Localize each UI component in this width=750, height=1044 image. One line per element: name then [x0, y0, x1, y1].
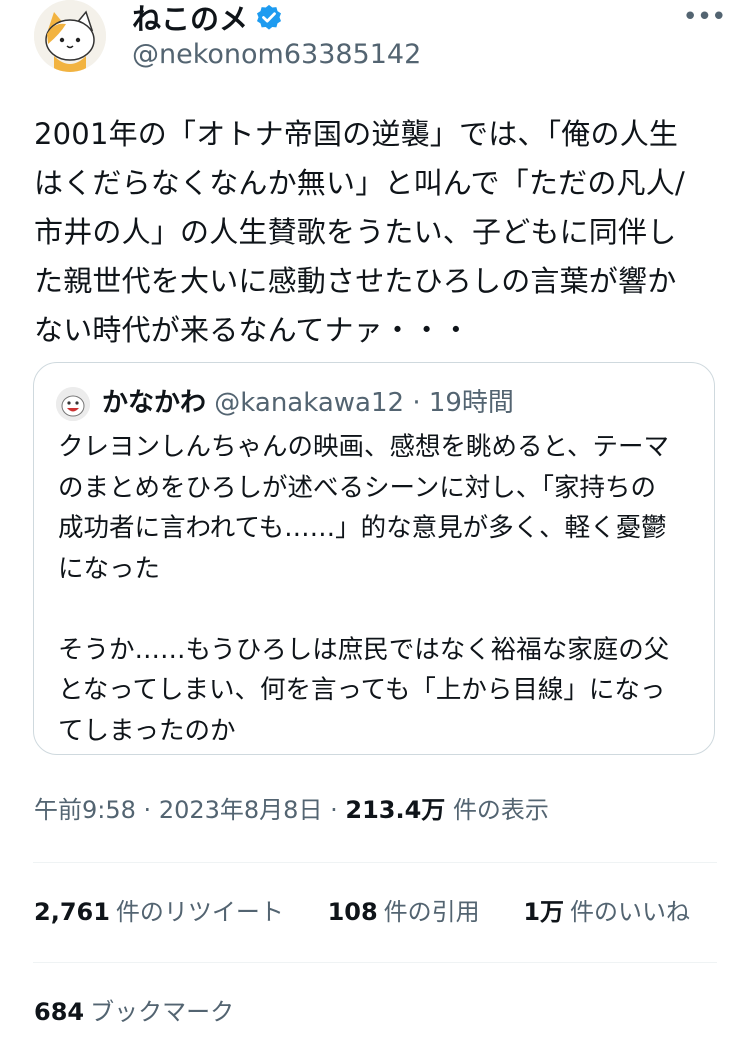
quotes-count: 108: [327, 898, 378, 926]
verified-badge-icon[interactable]: [254, 3, 284, 33]
retweets-stat[interactable]: 2,761 件のリツイート: [34, 894, 284, 930]
quoted-meta: かなかわ @kanakawa12 · 19時間: [102, 385, 514, 421]
engagement-stats: 2,761 件のリツイート 108 件の引用 1万 件のいいね: [34, 894, 726, 930]
quoted-separator: ·: [412, 388, 421, 418]
quoted-text: クレヨンしんちゃんの映画、感想を眺めると、テーマ のまとめをひろしが述べるシーン…: [58, 432, 670, 746]
bookmarks-count: 684: [34, 998, 85, 1026]
author-name-text[interactable]: ねこのメ: [132, 2, 248, 36]
views-label: 件の表示: [452, 796, 549, 824]
likes-label: 件のいいね: [570, 898, 691, 926]
tweet-time[interactable]: 午前9:58: [34, 796, 136, 824]
quoted-handle[interactable]: @kanakawa12: [214, 388, 404, 418]
quotes-stat[interactable]: 108 件の引用: [328, 894, 480, 930]
divider: [33, 962, 717, 963]
more-options-icon[interactable]: •••: [682, 2, 726, 42]
quoted-display-name[interactable]: かなかわ: [102, 388, 206, 418]
bookmarks-label: ブックマーク: [90, 998, 235, 1026]
author-handle[interactable]: @nekonom63385142: [132, 38, 421, 72]
quotes-label: 件の引用: [383, 898, 480, 926]
quoted-time[interactable]: 19時間: [429, 388, 514, 418]
tweet-meta: 午前9:58 · 2023年8月8日 · 213.4万 件の表示: [34, 792, 549, 828]
divider: [33, 862, 717, 863]
tweet-header: ねこのメ @nekonom63385142 •••: [0, 0, 750, 92]
retweets-count: 2,761: [34, 898, 110, 926]
author-display-name[interactable]: ねこのメ: [132, 2, 284, 36]
tweet-date[interactable]: 2023年8月8日: [159, 796, 323, 824]
cat-avatar-icon[interactable]: [34, 0, 106, 72]
quoted-avatar-icon[interactable]: [56, 387, 90, 421]
quoted-tweet[interactable]: かなかわ @kanakawa12 · 19時間 クレヨンしんちゃんの映画、感想を…: [33, 362, 715, 755]
meta-separator: ·: [143, 796, 152, 824]
views-count: 213.4万: [345, 796, 446, 824]
bookmarks-stat[interactable]: 684 ブックマーク: [34, 994, 234, 1030]
tweet-text: 2001年の「オトナ帝国の逆襲」では、「俺の人生 はくだらなくなんか無い」と叫ん…: [34, 117, 685, 347]
meta-separator: ·: [330, 796, 338, 824]
likes-stat[interactable]: 1万 件のいいね: [523, 894, 690, 930]
likes-count: 1万: [523, 898, 565, 926]
retweets-label: 件のリツイート: [115, 898, 284, 926]
